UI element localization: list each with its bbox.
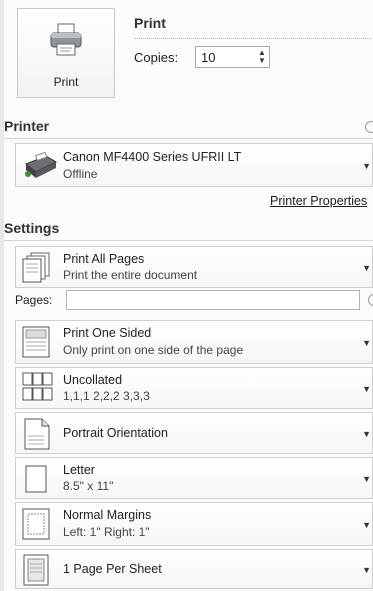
print-range-dropdown[interactable]: Print All Pages Print the entire documen… bbox=[15, 246, 373, 288]
printer-name: Canon MF4400 Series UFRII LT bbox=[63, 150, 242, 164]
margins-icon bbox=[22, 508, 52, 545]
orientation-dropdown[interactable]: Portrait Orientation ▼ bbox=[15, 412, 373, 454]
letter-paper-icon bbox=[22, 463, 52, 500]
setting-subtitle: Left: 1" Right: 1" bbox=[63, 525, 150, 539]
setting-title: 1 Page Per Sheet bbox=[63, 562, 162, 576]
printer-status: Offline bbox=[63, 167, 98, 181]
pages-label: Pages: bbox=[15, 293, 53, 307]
chevron-down-icon: ▼ bbox=[362, 474, 371, 484]
info-icon[interactable] bbox=[365, 121, 373, 133]
pages-per-sheet-dropdown[interactable]: 1 Page Per Sheet ▼ bbox=[15, 549, 373, 589]
pages-icon bbox=[22, 252, 52, 289]
chevron-down-icon: ▼ bbox=[362, 263, 371, 273]
printer-icon bbox=[48, 22, 84, 58]
setting-subtitle: Print the entire document bbox=[63, 268, 198, 282]
printer-section-title: Printer bbox=[4, 118, 50, 134]
pages-input[interactable] bbox=[66, 290, 360, 310]
chevron-down-icon: ▼ bbox=[362, 565, 371, 575]
printer-device-icon bbox=[22, 150, 60, 187]
one-sided-icon bbox=[22, 326, 52, 363]
setting-title: Print One Sided bbox=[63, 326, 152, 340]
sides-dropdown[interactable]: Print One Sided Only print on one side o… bbox=[15, 320, 373, 364]
pages-per-sheet-icon bbox=[22, 554, 52, 591]
section-divider bbox=[4, 138, 373, 139]
setting-title: Uncollated bbox=[63, 373, 123, 387]
setting-title: Print All Pages bbox=[63, 252, 145, 266]
print-button[interactable]: Print bbox=[17, 8, 115, 98]
uncollated-icon bbox=[22, 372, 54, 411]
setting-title: Letter bbox=[63, 463, 95, 477]
settings-section-title: Settings bbox=[4, 220, 60, 236]
divider bbox=[134, 38, 373, 39]
chevron-down-icon: ▼ bbox=[362, 429, 371, 439]
chevron-down-icon: ▼ bbox=[362, 338, 371, 348]
portrait-icon bbox=[22, 418, 52, 455]
chevron-down-icon: ▼ bbox=[362, 161, 371, 171]
collation-dropdown[interactable]: Uncollated 1,1,1 2,2,2 3,3,3 ▼ bbox=[15, 367, 373, 409]
panel-edge bbox=[0, 0, 4, 591]
copies-label: Copies: bbox=[134, 50, 179, 65]
section-divider bbox=[4, 240, 373, 241]
printer-dropdown[interactable]: Canon MF4400 Series UFRII LT Offline ▼ bbox=[15, 143, 373, 187]
setting-subtitle: 8.5" x 11" bbox=[63, 479, 114, 493]
setting-title: Portrait Orientation bbox=[63, 426, 168, 440]
print-backstage-panel: Print Print Copies: 10 ▲ ▼ Printer Canon … bbox=[0, 0, 373, 591]
setting-subtitle: 1,1,1 2,2,2 3,3,3 bbox=[63, 389, 150, 403]
chevron-down-icon: ▼ bbox=[362, 384, 371, 394]
info-icon[interactable] bbox=[368, 294, 373, 306]
chevron-down-icon: ▼ bbox=[362, 520, 371, 530]
print-button-label: Print bbox=[53, 75, 79, 89]
paper-size-dropdown[interactable]: Letter 8.5" x 11" ▼ bbox=[15, 457, 373, 499]
copies-value[interactable]: 10 bbox=[201, 50, 215, 65]
spin-arrows-icon[interactable]: ▲ ▼ bbox=[257, 49, 267, 65]
copies-stepper[interactable]: 10 ▲ ▼ bbox=[195, 46, 270, 68]
margins-dropdown[interactable]: Normal Margins Left: 1" Right: 1" ▼ bbox=[15, 502, 373, 546]
setting-subtitle: Only print on one side of the page bbox=[63, 343, 244, 357]
printer-properties-link[interactable]: Printer Properties bbox=[270, 194, 367, 208]
print-heading: Print bbox=[134, 15, 166, 31]
setting-title: Normal Margins bbox=[63, 508, 152, 522]
